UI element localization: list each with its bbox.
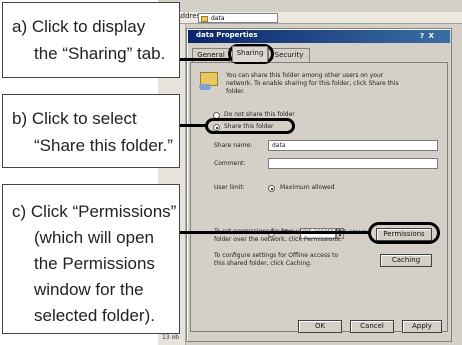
callout-c-leader xyxy=(180,231,370,234)
callout-c-line-3: the Permissions xyxy=(34,254,155,273)
share-name-label: Share name: xyxy=(214,142,253,149)
intro-line-1: You can share this folder among other us… xyxy=(226,72,384,79)
caching-button[interactable]: Caching xyxy=(380,254,432,267)
callout-b-line-1: b) Click to select xyxy=(12,109,137,128)
callout-a-line-2: the “Sharing” tab. xyxy=(34,44,166,63)
caching-line-1: To configure settings for Offline access… xyxy=(214,252,339,259)
comment-input[interactable] xyxy=(268,158,438,169)
comment-label: Comment: xyxy=(214,160,246,167)
user-limit-label: User limit: xyxy=(214,184,245,191)
caching-line-2: this shared folder, click Caching. xyxy=(214,260,312,267)
share-hand-icon xyxy=(199,84,211,90)
sharing-intro-text: You can share this folder among other us… xyxy=(226,72,446,96)
intro-line-2: network. To enable sharing for this fold… xyxy=(226,80,399,87)
callout-b-line-2: “Share this folder.” xyxy=(34,136,173,155)
folder-icon xyxy=(201,15,208,22)
callout-c-line-1: c) Click “Permissions” xyxy=(12,202,177,221)
share-option-highlight xyxy=(205,118,295,134)
address-value: data xyxy=(211,15,225,22)
permissions-highlight xyxy=(368,222,440,244)
ok-button[interactable]: OK xyxy=(298,320,342,333)
callout-c-line-2: (which will open xyxy=(34,228,154,247)
intro-line-3: folder. xyxy=(226,88,245,95)
callout-c-line-4: window for the xyxy=(34,280,144,299)
status-bar-text: 13 ob xyxy=(162,334,180,341)
dialog-title: data Properties xyxy=(196,31,258,39)
callout-a-line-1: a) Click to display xyxy=(12,17,146,36)
tab-sharing[interactable]: Sharing xyxy=(232,46,268,62)
cancel-button[interactable]: Cancel xyxy=(350,320,394,333)
sharing-tab-panel xyxy=(190,62,448,332)
callout-c-line-5: selected folder). xyxy=(34,306,155,325)
callout-b-leader xyxy=(180,124,206,127)
share-name-input[interactable]: data xyxy=(268,140,438,151)
callout-a-leader xyxy=(180,58,230,61)
apply-button[interactable]: Apply xyxy=(402,320,442,333)
address-input[interactable]: data xyxy=(198,13,278,23)
caching-description: To configure settings for Offline access… xyxy=(214,252,364,268)
permissions-line-2: folder over the network, click Permissio… xyxy=(214,236,342,243)
tab-security[interactable]: Security xyxy=(268,48,310,62)
maximum-allowed-radio[interactable] xyxy=(268,185,275,192)
help-close-buttons[interactable]: ? X xyxy=(420,32,435,40)
maximum-allowed-label: Maximum allowed xyxy=(280,184,335,191)
